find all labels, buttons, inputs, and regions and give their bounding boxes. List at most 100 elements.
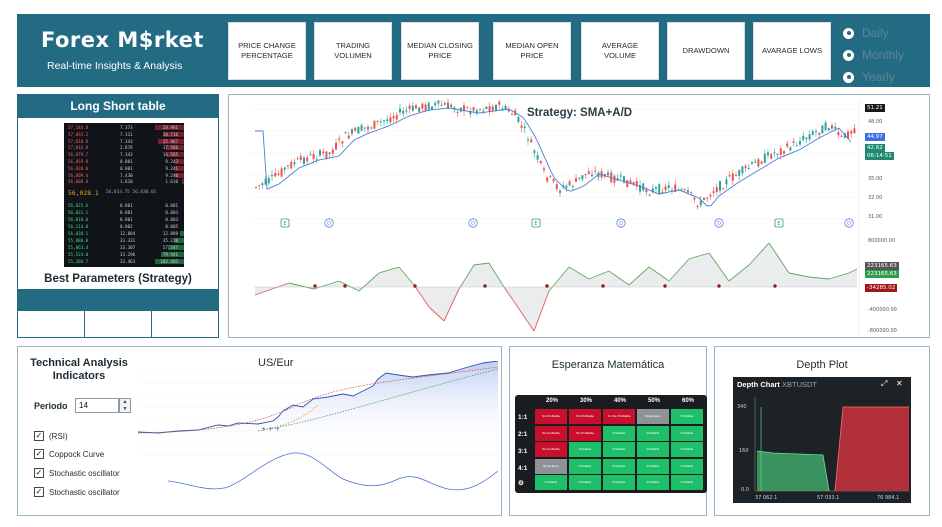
- ask-row[interactable]: 56,809.4 7.430 9.240: [64, 172, 184, 179]
- ask-row[interactable]: 57,093.2 7.311 20.716: [64, 131, 184, 138]
- metric-average-volume-button[interactable]: AVERAGE VOLUME: [581, 22, 659, 80]
- ad-axis-label: -800000.00: [868, 328, 897, 334]
- radio-dot-icon: [843, 27, 854, 39]
- candle-body: [395, 115, 398, 120]
- order-amount: 0.001: [120, 165, 133, 171]
- ask-row[interactable]: 56,808.8 1.610 1.610: [64, 179, 184, 185]
- order-price: 57,146.8: [68, 125, 89, 130]
- expectancy-cell: Profitable: [637, 442, 669, 457]
- candle-body: [587, 171, 590, 174]
- price-axis-label: 48.00: [868, 119, 883, 125]
- ask-row[interactable]: 56,859.8 0.001 9.243: [64, 159, 184, 165]
- row-header: 3:1: [518, 448, 528, 455]
- candle-body: [712, 191, 715, 193]
- ad-signal-dot: [343, 284, 347, 288]
- radio-dot-icon: [843, 49, 854, 61]
- candle-body: [290, 161, 293, 169]
- candle-body: [328, 152, 331, 154]
- candle-body: [280, 168, 283, 177]
- us-eur-chart[interactable]: + + +: [128, 361, 498, 511]
- indicator-checkbox-stochastic-2[interactable]: ✓ Stochastic oscillator: [34, 487, 120, 497]
- row-header: 4:1: [518, 465, 528, 472]
- metric-median-closing-button[interactable]: MEDIAN CLOSING PRICE: [401, 22, 479, 80]
- ask-row[interactable]: 57,018.8 7.343 25.967: [64, 138, 184, 145]
- expectancy-cell: 1:1 Sin Profitable: [603, 409, 635, 424]
- order-total: 20.716: [162, 131, 178, 137]
- metric-trading-volume-button[interactable]: TRADING VOLUMEN: [314, 22, 392, 80]
- marker-letter: D: [717, 221, 721, 227]
- ad-signal-dot: [601, 284, 605, 288]
- ask-row[interactable]: 56,820.0 0.001 9.241: [64, 165, 184, 172]
- metric-drawdown-button[interactable]: DRAWDOWN: [667, 22, 745, 80]
- price-axis-label: 31.00: [868, 214, 883, 220]
- column-header: 20%: [545, 398, 558, 404]
- candle-body: [440, 104, 443, 106]
- order-total: 0.005: [165, 224, 178, 229]
- depth-x-tick: 57 033.1: [817, 495, 840, 501]
- app-subtitle: Real-time Insights & Analysis: [47, 60, 183, 72]
- radio-yearly[interactable]: Yearly: [843, 66, 904, 88]
- ask-row[interactable]: 57,016.8 2.878 17.566: [64, 145, 184, 151]
- bid-row[interactable]: 55,863.4 33.307 57.547: [64, 245, 184, 251]
- candle-body: [466, 107, 469, 109]
- price-axis-label: 35.00: [868, 176, 883, 182]
- candle-body: [815, 131, 817, 133]
- bid-row[interactable]: 56,114.0 0.002 0.005: [64, 224, 184, 230]
- checkbox-checked-icon: ✓: [34, 431, 44, 441]
- bid-row[interactable]: 55,880.0 33.331 35.220: [64, 238, 184, 244]
- order-price: 55,863.4: [68, 245, 89, 250]
- ask-row[interactable]: 57,146.8 7.373 28.981: [64, 125, 184, 131]
- bid-row[interactable]: 56,038.1 12.884 12.889: [64, 231, 184, 237]
- bid-row[interactable]: 56,810.0 0.001 0.003: [64, 217, 184, 223]
- candle-body: [479, 109, 481, 111]
- candle-body: [770, 153, 773, 159]
- candle-body: [306, 157, 309, 162]
- metric-average-lows-button[interactable]: AVARAGE LOWS: [753, 22, 831, 80]
- bid-row[interactable]: 55,280.7 33.463 102.403: [64, 259, 184, 265]
- candle-body: [472, 107, 475, 111]
- expectancy-cell: Profitable: [569, 442, 601, 457]
- price-tag: 06:14:51: [865, 152, 894, 160]
- header-bar: Forex M$rket Real-time Insights & Analys…: [17, 14, 930, 87]
- period-input[interactable]: 14: [75, 398, 119, 413]
- candle-body: [347, 135, 350, 139]
- bid-row[interactable]: 56,821.1 0.001 0.003: [64, 210, 184, 216]
- candle-body: [530, 139, 533, 143]
- candle-body: [837, 132, 840, 136]
- depth-bar: [182, 179, 184, 185]
- order-total: 0.003: [165, 217, 178, 222]
- strategy-chart[interactable]: EDDEDDED: [229, 95, 930, 338]
- depth-chart[interactable]: Depth Chart XBTUSDT ⤢ ✕ 340 160 0.0 37 0…: [733, 377, 911, 503]
- indicator-checkbox-coppock[interactable]: ✓ Coppock Curve: [34, 449, 104, 459]
- bid-row[interactable]: 55,524.0 33.296 79.941: [64, 252, 184, 258]
- order-price: 56,809.4: [68, 172, 89, 178]
- ask-row[interactable]: 56,879.7 7.343 16.565: [64, 152, 184, 158]
- ad-tag: -34285.02: [865, 284, 898, 292]
- candle-body: [258, 185, 261, 187]
- radio-daily[interactable]: Daily: [843, 22, 904, 44]
- candle-body: [399, 108, 401, 113]
- candle-body: [552, 179, 555, 182]
- order-amount: 1.610: [120, 179, 133, 185]
- candle-body: [763, 153, 766, 163]
- indicator-checkbox-rsi[interactable]: ✓ (RSI): [34, 431, 68, 441]
- marker-letter: D: [847, 221, 851, 227]
- order-amount: 33.463: [120, 259, 136, 264]
- radio-monthly[interactable]: Monthly: [843, 44, 904, 66]
- candle-body: [543, 168, 545, 171]
- candle-body: [821, 125, 824, 134]
- checkbox-checked-icon: ✓: [34, 449, 44, 459]
- bid-row[interactable]: 56,825.6 0.001 0.001: [64, 203, 184, 209]
- order-total: 9.240: [165, 172, 178, 178]
- candle-body: [687, 190, 689, 193]
- indicator-checkbox-stochastic-1[interactable]: ✓ Stochastic oscillator: [34, 468, 120, 478]
- candle-body: [386, 119, 389, 122]
- candle-body: [735, 175, 737, 177]
- metric-price-change-button[interactable]: PRICE CHANGE PERCENTAGE: [228, 22, 306, 80]
- order-total: 16.565: [162, 152, 178, 158]
- order-amount: 12.884: [120, 231, 136, 236]
- ad-signal-dot: [663, 284, 667, 288]
- metric-median-open-button[interactable]: MEDIAN OPEN PRICE: [493, 22, 571, 80]
- indicator-label: Stochastic oscillator: [49, 487, 120, 497]
- candle-body: [418, 107, 421, 112]
